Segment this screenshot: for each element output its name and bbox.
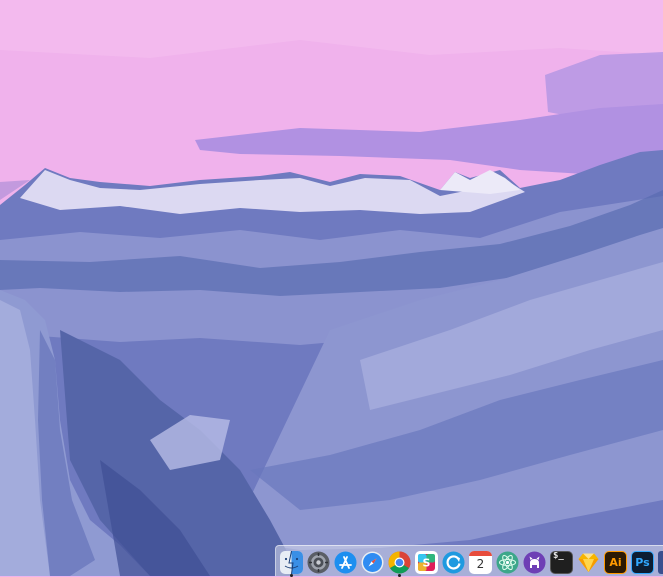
terminal-prompt: $_ bbox=[553, 551, 564, 561]
svg-text:S: S bbox=[423, 557, 431, 570]
slack-icon[interactable]: S bbox=[415, 551, 438, 574]
photoshop-label: Ps bbox=[635, 556, 650, 569]
chrome-icon[interactable] bbox=[388, 551, 411, 574]
desktop-wallpaper bbox=[0, 0, 663, 576]
calendar-date: 2 bbox=[476, 557, 485, 571]
sync-icon[interactable] bbox=[442, 551, 465, 574]
illustrator-label: Ai bbox=[609, 556, 622, 569]
github-icon[interactable] bbox=[523, 551, 546, 574]
atom-icon[interactable] bbox=[496, 551, 519, 574]
app-store-icon[interactable] bbox=[334, 551, 357, 574]
illustrator-icon[interactable]: Ai bbox=[604, 551, 627, 574]
sketch-icon[interactable] bbox=[577, 551, 600, 574]
dock: S 2 $_ Ai Ps bbox=[275, 545, 663, 577]
calendar-icon[interactable]: 2 bbox=[469, 551, 492, 574]
finder-icon[interactable] bbox=[280, 551, 303, 574]
terminal-icon[interactable]: $_ bbox=[550, 551, 573, 574]
dock-overflow-item[interactable] bbox=[658, 551, 663, 574]
gear-icon[interactable] bbox=[307, 551, 330, 574]
photoshop-icon[interactable]: Ps bbox=[631, 551, 654, 574]
compass-icon[interactable] bbox=[361, 551, 384, 574]
